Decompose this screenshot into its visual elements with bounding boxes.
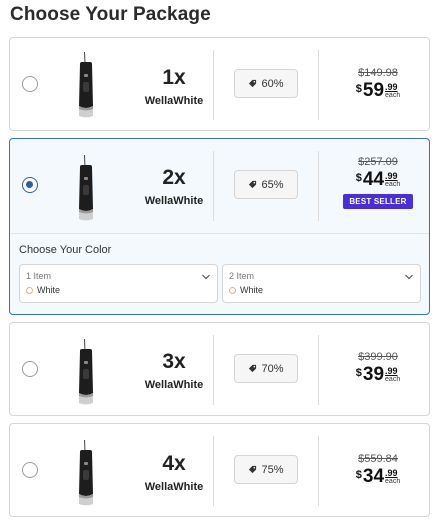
color-select-item-2[interactable]: 2 Item White	[222, 264, 421, 303]
package-brand: WellaWhite	[144, 95, 204, 107]
package-radio-1x[interactable]	[22, 76, 38, 92]
original-price: $559.84	[358, 453, 398, 465]
color-select-value: White	[240, 285, 264, 295]
tag-icon	[249, 465, 257, 474]
best-seller-badge: BEST SELLER	[343, 194, 413, 209]
chevron-down-icon	[405, 274, 413, 280]
package-brand: WellaWhite	[144, 195, 204, 207]
color-select-item-1[interactable]: 1 Item White	[19, 264, 218, 303]
water-flosser-image	[79, 440, 93, 506]
original-price: $399.90	[358, 351, 398, 363]
package-quantity: 4x	[162, 452, 186, 475]
divider	[318, 151, 319, 221]
current-price: $ 34 .99 each	[355, 466, 401, 487]
tag-icon	[249, 180, 257, 189]
color-select-item-label: 2 Item	[229, 271, 255, 281]
divider	[318, 50, 319, 120]
divider	[213, 436, 214, 506]
color-chooser-title: Choose Your Color	[19, 244, 112, 256]
tag-icon	[249, 79, 257, 88]
current-price: $ 59 .99 each	[355, 80, 401, 101]
discount-value: 65%	[261, 178, 284, 191]
package-quantity: 3x	[162, 350, 186, 373]
page-title: Choose Your Package	[10, 4, 211, 25]
discount-badge: 60%	[234, 69, 298, 98]
package-card-4x[interactable]: 4x WellaWhite 75% $559.84 $ 34 .99 each	[9, 423, 430, 517]
discount-value: 70%	[261, 362, 284, 375]
package-radio-2x[interactable]	[22, 177, 38, 193]
color-swatch	[229, 286, 236, 294]
package-card-2x[interactable]: 2x WellaWhite 65% $257.09 $ 44 .99 each …	[9, 138, 430, 315]
divider	[318, 436, 319, 506]
package-card-3x[interactable]: 3x WellaWhite 70% $399.90 $ 39 .99 each	[9, 322, 430, 416]
package-radio-3x[interactable]	[22, 361, 38, 377]
package-brand: WellaWhite	[144, 379, 204, 391]
package-radio-4x[interactable]	[22, 462, 38, 478]
divider	[213, 151, 214, 221]
package-brand: WellaWhite	[144, 481, 204, 493]
original-price: $257.09	[358, 156, 398, 168]
water-flosser-image	[79, 52, 93, 118]
color-select-item-label: 1 Item	[26, 271, 52, 281]
color-select-value: White	[37, 285, 61, 295]
color-swatch	[26, 286, 33, 294]
discount-badge: 65%	[234, 170, 298, 199]
divider	[318, 335, 319, 405]
chevron-down-icon	[202, 274, 210, 280]
color-chooser: Choose Your Color 1 Item White 2 Item Wh…	[10, 233, 429, 303]
package-card-1x[interactable]: 1x WellaWhite 60% $149.98 $ 59 .99 each	[9, 37, 430, 131]
current-price: $ 44 .99 each	[355, 169, 401, 190]
package-quantity: 1x	[162, 66, 186, 89]
water-flosser-image	[79, 155, 93, 221]
discount-value: 60%	[261, 77, 284, 90]
discount-value: 75%	[261, 463, 284, 476]
discount-badge: 75%	[234, 455, 298, 484]
package-quantity: 2x	[162, 166, 186, 189]
current-price: $ 39 .99 each	[355, 364, 401, 385]
divider	[213, 335, 214, 405]
tag-icon	[249, 364, 257, 373]
original-price: $149.98	[358, 67, 398, 79]
discount-badge: 70%	[234, 354, 298, 383]
divider	[213, 50, 214, 120]
water-flosser-image	[79, 339, 93, 405]
